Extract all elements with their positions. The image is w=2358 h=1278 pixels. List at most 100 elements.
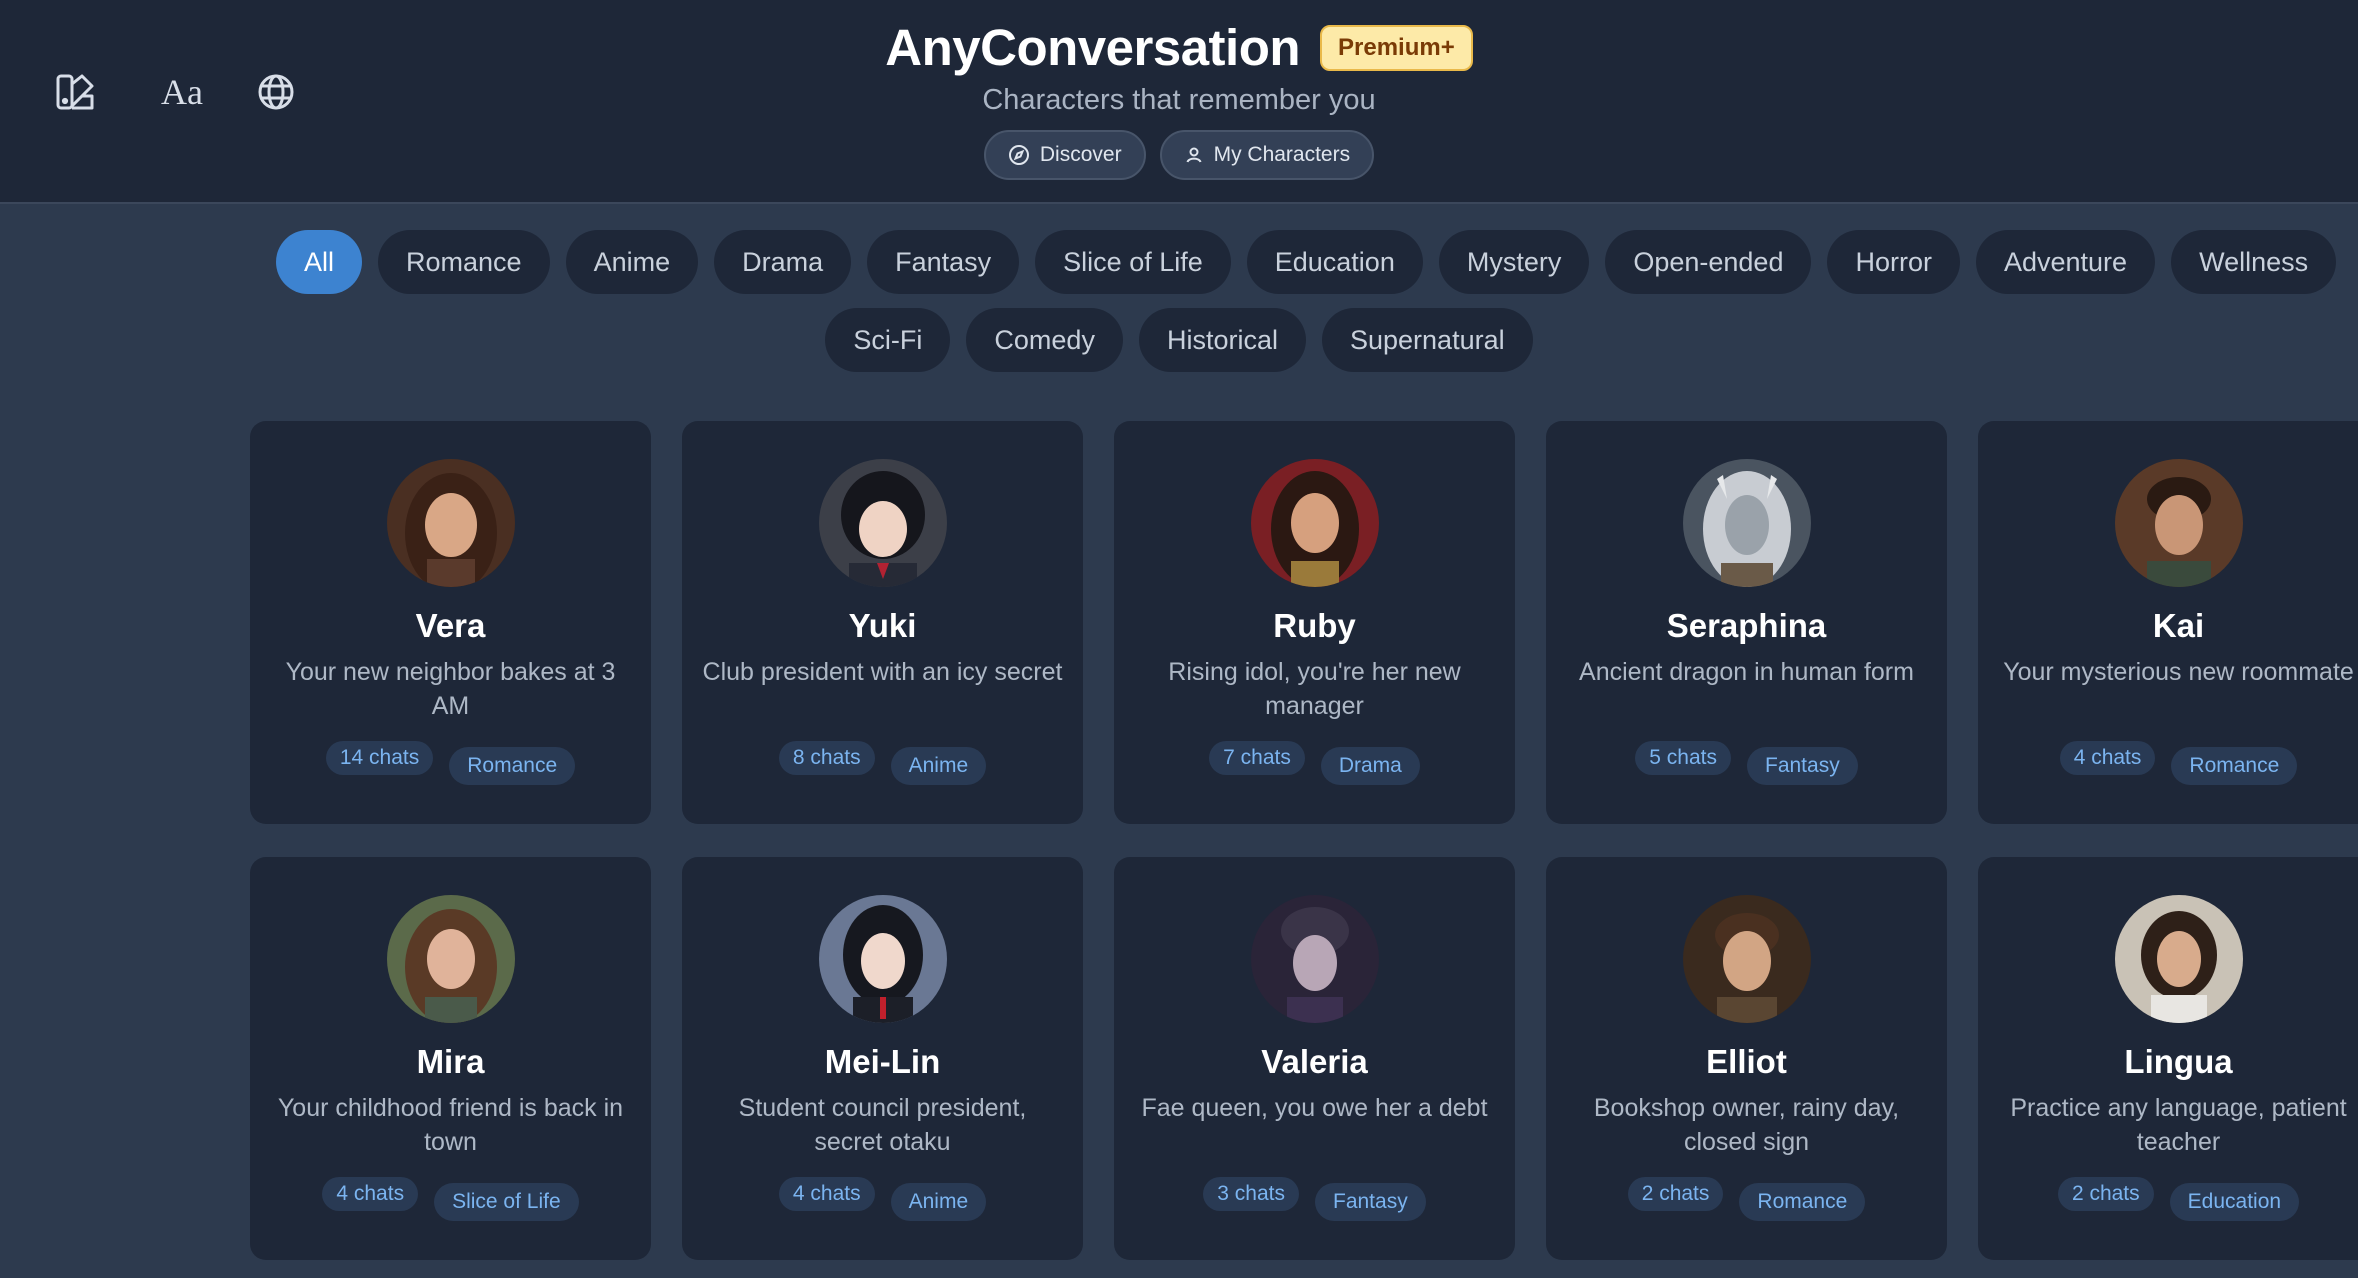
premium-badge: Premium+ [1320, 24, 1473, 71]
category-chip-anime[interactable]: Anime [565, 230, 699, 294]
character-avatar [1682, 459, 1811, 587]
character-name: Mira [416, 1043, 485, 1080]
category-tag: Slice of Life [434, 1183, 579, 1221]
app-title: AnyConversation [885, 19, 1301, 76]
character-meta: 3 chats Fantasy [1203, 1177, 1426, 1221]
chat-count: 7 chats [1209, 741, 1305, 775]
category-chip-drama[interactable]: Drama [714, 230, 852, 294]
character-avatar [1250, 459, 1379, 587]
character-name: Lingua [2124, 1043, 2233, 1080]
character-card[interactable]: Mei-Lin Student council president, secre… [682, 857, 1083, 1260]
character-name: Vera [415, 607, 486, 644]
character-name: Kai [2152, 607, 2205, 644]
character-description: Fae queen, you owe her a debt [1141, 1094, 1488, 1122]
category-chip-adventure[interactable]: Adventure [1975, 230, 2156, 294]
character-description: Rising idol, you're her new manager [1168, 658, 1461, 720]
app-subtitle: Characters that remember you [982, 84, 1376, 116]
app-header: Aa AnyConversation Premium+ Characters t… [0, 0, 2358, 204]
character-avatar [818, 895, 947, 1023]
character-name: Elliot [1706, 1043, 1787, 1080]
character-name: Yuki [848, 607, 917, 644]
category-chip-sci-fi[interactable]: Sci-Fi [825, 308, 951, 372]
character-card[interactable]: Elliot Bookshop owner, rainy day, closed… [1546, 857, 1947, 1260]
character-description: Student council president, secret otaku [738, 1094, 1027, 1156]
discover-button[interactable]: Discover [983, 130, 1146, 180]
category-chip-wellness[interactable]: Wellness [2171, 230, 2337, 294]
chat-count: 4 chats [322, 1177, 419, 1211]
character-meta: 5 chats Fantasy [1635, 741, 1858, 785]
category-chip-all[interactable]: All [276, 230, 363, 294]
chat-count: 8 chats [778, 741, 875, 775]
character-description: Your new neighbor bakes at 3 AM [285, 658, 616, 720]
category-chip-romance[interactable]: Romance [378, 230, 550, 294]
compass-icon [1008, 145, 1029, 165]
character-card[interactable]: Seraphina Ancient dragon in human form 5… [1546, 421, 1947, 824]
category-tag: Romance [1739, 1183, 1866, 1221]
character-name: Seraphina [1666, 607, 1827, 644]
character-description: Your mysterious new roommate [2003, 658, 2354, 686]
chat-count: 2 chats [2057, 1177, 2154, 1211]
character-description: Your childhood friend is back in town [277, 1094, 624, 1156]
category-filters-row-2: Sci-Fi Comedy Historical Supernatural [0, 308, 2358, 372]
category-chip-slice-of-life[interactable]: Slice of Life [1035, 230, 1231, 294]
chat-count: 3 chats [1203, 1177, 1299, 1211]
character-avatar [1250, 895, 1379, 1023]
character-card[interactable]: Valeria Fae queen, you owe her a debt 3 … [1114, 857, 1515, 1260]
character-card[interactable]: Ruby Rising idol, you're her new manager… [1114, 421, 1515, 824]
discover-label: Discover [1039, 143, 1122, 166]
character-name: Mei-Lin [824, 1043, 941, 1080]
category-tag: Anime [890, 1183, 987, 1221]
character-description: Practice any language, patient teacher [2010, 1094, 2347, 1156]
character-meta: 4 chats Anime [778, 1177, 987, 1221]
character-meta: 8 chats Anime [778, 741, 987, 785]
character-avatar [386, 895, 515, 1023]
chat-count: 5 chats [1635, 741, 1731, 775]
character-avatar [818, 459, 947, 587]
character-meta: 7 chats Drama [1209, 741, 1420, 785]
category-filters-row-1: All Romance Anime Drama Fantasy Slice of… [276, 230, 2337, 294]
my-characters-button[interactable]: My Characters [1159, 130, 1375, 180]
brand: AnyConversation Premium+ [0, 18, 2358, 77]
character-avatar [1682, 895, 1811, 1023]
category-chip-horror[interactable]: Horror [1827, 230, 1960, 294]
character-name: Ruby [1273, 607, 1356, 644]
character-avatar [2114, 459, 2243, 587]
character-meta: 4 chats Slice of Life [322, 1177, 579, 1221]
category-tag: Anime [890, 747, 987, 785]
category-tag: Fantasy [1747, 747, 1858, 785]
character-description: Ancient dragon in human form [1579, 658, 1914, 686]
character-meta: 2 chats Romance [1627, 1177, 1866, 1221]
character-meta: 4 chats Romance [2059, 741, 2298, 785]
chat-count: 2 chats [1627, 1177, 1724, 1211]
chat-count: 4 chats [2059, 741, 2156, 775]
category-tag: Drama [1320, 747, 1420, 785]
category-chip-fantasy[interactable]: Fantasy [867, 230, 1020, 294]
category-tag: Romance [449, 747, 576, 785]
character-card[interactable]: Vera Your new neighbor bakes at 3 AM 14 … [250, 421, 651, 824]
category-tag: Romance [2171, 747, 2298, 785]
category-chip-mystery[interactable]: Mystery [1438, 230, 1590, 294]
character-meta: 2 chats Education [2057, 1177, 2300, 1221]
category-chip-comedy[interactable]: Comedy [966, 308, 1123, 372]
category-chip-historical[interactable]: Historical [1138, 308, 1306, 372]
user-icon [1186, 147, 1202, 163]
character-card[interactable]: Lingua Practice any language, patient te… [1978, 857, 2358, 1260]
category-tag: Education [2169, 1183, 2300, 1221]
character-grid: Vera Your new neighbor bakes at 3 AM 14 … [250, 421, 2358, 1260]
character-avatar [2114, 895, 2243, 1023]
chat-count: 14 chats [325, 741, 434, 775]
main-nav: Discover My Characters [0, 130, 2358, 180]
character-description: Club president with an icy secret [702, 658, 1063, 686]
category-chip-education[interactable]: Education [1246, 230, 1423, 294]
character-card[interactable]: Mira Your childhood friend is back in to… [250, 857, 651, 1260]
category-chip-open-ended[interactable]: Open-ended [1605, 230, 1812, 294]
category-tag: Fantasy [1315, 1183, 1426, 1221]
chat-count: 4 chats [778, 1177, 875, 1211]
my-characters-label: My Characters [1213, 143, 1351, 166]
category-chip-supernatural[interactable]: Supernatural [1321, 308, 1533, 372]
character-name: Valeria [1261, 1043, 1368, 1080]
character-card[interactable]: Yuki Club president with an icy secret 8… [682, 421, 1083, 824]
character-card[interactable]: Kai Your mysterious new roommate 4 chats… [1978, 421, 2358, 824]
character-description: Bookshop owner, rainy day, closed sign [1593, 1094, 1900, 1156]
character-avatar [386, 459, 515, 587]
